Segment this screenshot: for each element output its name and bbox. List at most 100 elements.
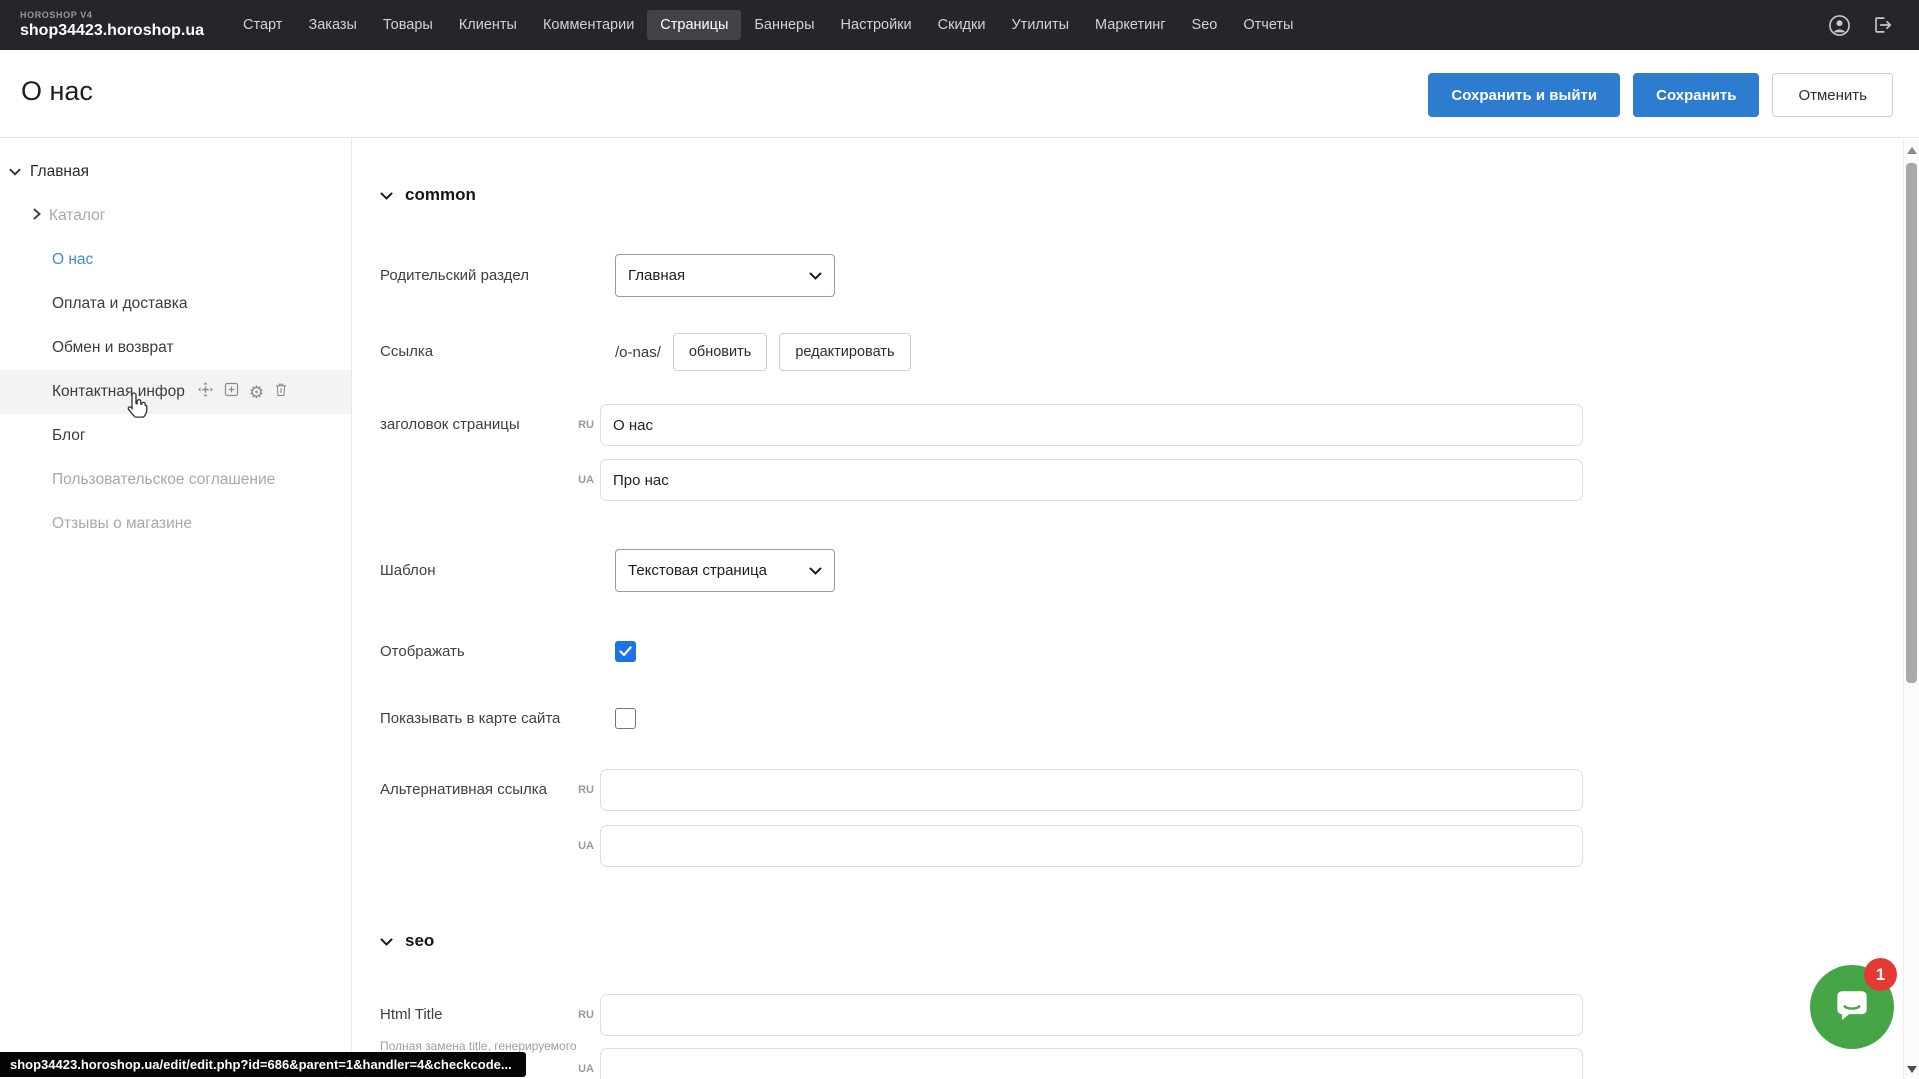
page-title: О нас xyxy=(21,76,93,107)
sidebar-item-obmen-i-vozvrat[interactable]: Обмен и возврат xyxy=(0,326,351,370)
nav-item-pages[interactable]: Страницы xyxy=(647,10,741,40)
chat-widget-button[interactable]: 1 xyxy=(1810,965,1894,1049)
scrollbar-down-icon[interactable] xyxy=(1907,1066,1917,1073)
sidebar-item-oplata-i-dostavka[interactable]: Оплата и доставка xyxy=(0,282,351,326)
sidebar-item-o-nas[interactable]: О нас xyxy=(0,238,351,282)
section-title: common xyxy=(405,185,476,205)
chevron-down-icon xyxy=(9,163,21,181)
tree-item-actions: ⚙ xyxy=(197,381,289,403)
section-seo-header[interactable]: seo xyxy=(380,930,1919,952)
save-and-exit-button[interactable]: Сохранить и выйти xyxy=(1428,73,1620,117)
page-title-field-label: заголовок страницы xyxy=(380,404,570,501)
nav-item-marketing[interactable]: Маркетинг xyxy=(1082,10,1179,40)
page-edit-form: common Родительский раздел Главная Ссылк… xyxy=(352,138,1919,1078)
app-window: HOROSHOP V4 shop34423.horoshop.ua Старт … xyxy=(0,0,1919,1079)
nav-right-icons xyxy=(1828,14,1893,37)
display-checkbox[interactable] xyxy=(615,641,636,662)
nav-item-utilities[interactable]: Утилиты xyxy=(998,10,1082,40)
nav-item-reports[interactable]: Отчеты xyxy=(1230,10,1306,40)
page-title-ua-input[interactable] xyxy=(600,459,1583,501)
trash-icon[interactable] xyxy=(273,381,289,403)
nav-item-discounts[interactable]: Скидки xyxy=(925,10,999,40)
html-title-ua-input[interactable] xyxy=(600,1048,1583,1079)
top-nav: HOROSHOP V4 shop34423.horoshop.ua Старт … xyxy=(0,0,1919,50)
link-refresh-button[interactable]: обновить xyxy=(673,333,767,371)
html-title-ru-input[interactable] xyxy=(600,994,1583,1036)
sidebar-item-label: Оплата и доставка xyxy=(52,295,188,313)
link-path: /o-nas/ xyxy=(615,344,661,361)
nav-item-comments[interactable]: Комментарии xyxy=(530,10,647,40)
template-label: Шаблон xyxy=(380,549,570,592)
nav-item-settings[interactable]: Настройки xyxy=(828,10,925,40)
sidebar-item-polzovatelskoe-soglashenie[interactable]: Пользовательское соглашение xyxy=(0,458,351,502)
header-actions: Сохранить и выйти Сохранить Отменить xyxy=(1428,73,1893,117)
sidebar-item-katalog[interactable]: Каталог xyxy=(0,194,351,238)
chevron-down-icon xyxy=(809,267,822,284)
lang-badge-ru: RU xyxy=(570,1009,594,1021)
chat-icon xyxy=(1830,983,1874,1032)
save-button[interactable]: Сохранить xyxy=(1633,73,1759,117)
link-edit-button[interactable]: редактировать xyxy=(779,333,910,371)
vertical-scrollbar[interactable] xyxy=(1903,139,1919,1079)
display-label: Отображать xyxy=(380,641,570,663)
lang-badge-ru: RU xyxy=(570,419,594,431)
pages-tree-sidebar: Главная Каталог О нас Оплата и доставка … xyxy=(0,138,352,1078)
link-label: Ссылка xyxy=(380,332,570,372)
sidebar-item-kontaktnaya-informatsiya[interactable]: Контактная инфор ⚙ xyxy=(0,370,351,414)
chat-unread-badge: 1 xyxy=(1864,958,1897,991)
sitemap-checkbox[interactable] xyxy=(615,708,636,729)
scrollbar-thumb[interactable] xyxy=(1906,163,1917,683)
parent-section-label: Родительский раздел xyxy=(380,254,570,297)
account-icon[interactable] xyxy=(1828,14,1851,37)
sidebar-item-label: Обмен и возврат xyxy=(52,339,174,357)
page-header: О нас Сохранить и выйти Сохранить Отмени… xyxy=(0,50,1919,138)
parent-section-select[interactable]: Главная xyxy=(615,254,835,297)
select-value: Главная xyxy=(628,267,685,284)
select-value: Текстовая страница xyxy=(628,562,767,579)
sidebar-item-label: Отзывы о магазине xyxy=(52,515,192,533)
logout-icon[interactable] xyxy=(1871,14,1893,36)
alt-link-ru-input[interactable] xyxy=(600,769,1583,811)
sidebar-item-blog[interactable]: Блог xyxy=(0,414,351,458)
chevron-down-icon xyxy=(809,562,822,579)
cancel-button[interactable]: Отменить xyxy=(1772,73,1893,117)
sidebar-item-label: О нас xyxy=(52,251,93,269)
sidebar-item-label: Контактная инфор xyxy=(52,383,185,401)
brand-version: HOROSHOP V4 xyxy=(20,11,204,20)
sidebar-item-label: Блог xyxy=(52,427,86,445)
html-title-label: Html Title xyxy=(380,994,570,1036)
sidebar-item-otzyvy-o-magazine[interactable]: Отзывы о магазине xyxy=(0,502,351,546)
lang-badge-ua: UA xyxy=(570,474,594,486)
sidebar-item-label: Главная xyxy=(30,163,89,181)
status-url-bar: shop34423.horoshop.ua/edit/edit.php?id=6… xyxy=(0,1052,526,1077)
add-icon[interactable] xyxy=(223,381,240,403)
chevron-down-icon xyxy=(380,931,393,951)
sidebar-item-glavnaya[interactable]: Главная xyxy=(0,150,351,194)
alt-link-ua-input[interactable] xyxy=(600,825,1583,867)
nav-item-orders[interactable]: Заказы xyxy=(295,10,369,40)
nav-menu: Старт Заказы Товары Клиенты Комментарии … xyxy=(230,10,1306,40)
scrollbar-up-icon[interactable] xyxy=(1907,147,1917,154)
chevron-down-icon xyxy=(380,185,393,205)
alt-link-label: Альтернативная ссылка xyxy=(380,769,570,867)
nav-item-products[interactable]: Товары xyxy=(370,10,446,40)
lang-badge-ru: RU xyxy=(570,784,594,796)
section-common-header[interactable]: common xyxy=(380,184,1919,206)
brand-logo[interactable]: HOROSHOP V4 shop34423.horoshop.ua xyxy=(20,11,204,39)
sitemap-label: Показывать в карте сайта xyxy=(380,708,570,730)
chevron-right-icon xyxy=(33,207,41,225)
sidebar-item-label: Пользовательское соглашение xyxy=(52,471,275,489)
nav-item-banners[interactable]: Баннеры xyxy=(741,10,827,40)
nav-item-clients[interactable]: Клиенты xyxy=(446,10,530,40)
gear-icon[interactable]: ⚙ xyxy=(249,384,264,401)
lang-badge-ua: UA xyxy=(570,1063,594,1075)
section-title: seo xyxy=(405,931,434,951)
page-title-ru-input[interactable] xyxy=(600,404,1583,446)
nav-item-start[interactable]: Старт xyxy=(230,10,295,40)
nav-item-seo[interactable]: Seo xyxy=(1179,10,1231,40)
template-select[interactable]: Текстовая страница xyxy=(615,549,835,592)
brand-domain: shop34423.horoshop.ua xyxy=(20,23,204,39)
sidebar-item-label: Каталог xyxy=(49,207,105,225)
move-icon[interactable] xyxy=(197,381,214,403)
lang-badge-ua: UA xyxy=(570,840,594,852)
